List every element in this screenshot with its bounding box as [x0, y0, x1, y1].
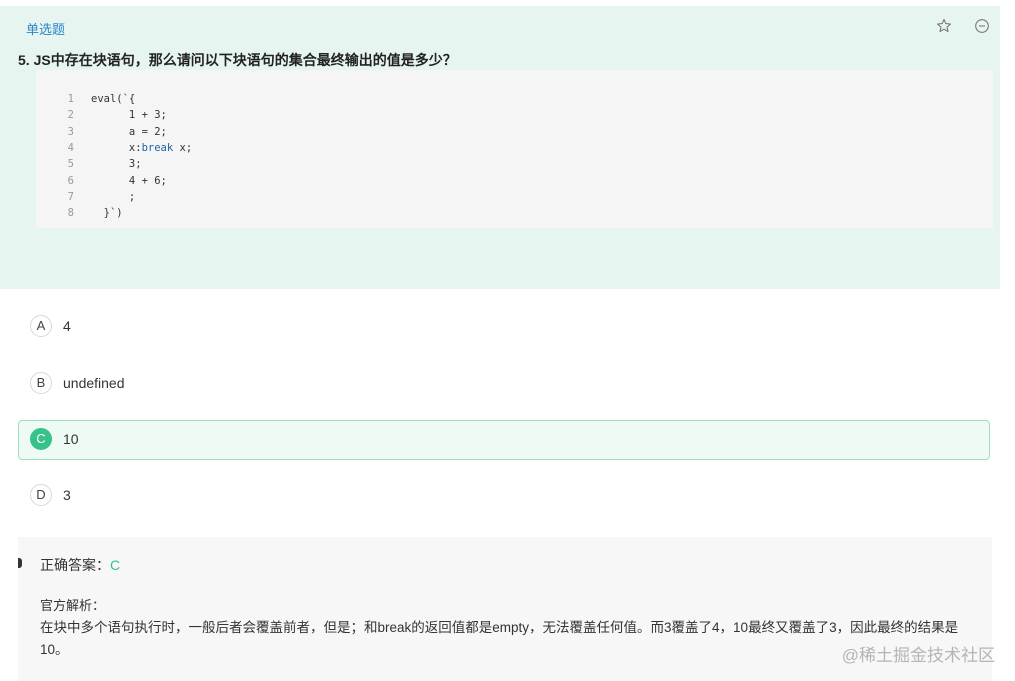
minus-circle-icon[interactable] — [974, 18, 990, 34]
code-line: 7 ; — [36, 189, 136, 205]
code-text: 3; — [91, 158, 142, 171]
code-text: 1 + 3; — [91, 109, 167, 122]
code-line: 3 a = 2; — [36, 124, 167, 140]
code-line: 5 3; — [36, 156, 142, 172]
option-text: 10 — [63, 431, 79, 447]
code-text: eval(`{ — [91, 93, 136, 105]
correct-answer-value: C — [110, 557, 121, 573]
question-title: 5. JS中存在块语句，那么请问以下块语句的集合最终输出的值是多少？ — [18, 52, 457, 68]
correct-answer-label: 正确答案： — [40, 557, 110, 573]
question-panel: 单选题 5. JS中存在块语句，那么请问以下块语句的集合最终输出的值是多少？ 1… — [0, 6, 1000, 289]
code-text: x: — [91, 141, 142, 154]
option-letter: B — [30, 372, 52, 394]
code-text: 4 + 6; — [91, 174, 167, 187]
star-icon[interactable] — [936, 18, 952, 34]
explanation-text: 在块中多个语句执行时，一般后者会覆盖前者，但是；和break的返回值都是empt… — [40, 620, 959, 657]
line-number: 7 — [67, 190, 74, 203]
explanation-title: 官方解析： — [40, 598, 106, 613]
code-block: 1 eval(`{2 1 + 3; 3 a = 2; 4 x:break x; 5 3;… — [36, 70, 993, 228]
question-type-label: 单选题 — [26, 22, 66, 37]
option-c[interactable]: C 10 — [18, 420, 990, 460]
code-text: ; — [91, 190, 136, 203]
code-text: }`) — [91, 207, 123, 220]
line-number: 6 — [67, 174, 74, 187]
line-number: 2 — [67, 109, 74, 122]
option-text: undefined — [63, 375, 125, 391]
option-b[interactable]: Bundefined — [18, 364, 990, 404]
code-line: 6 4 + 6; — [36, 173, 167, 189]
line-number: 5 — [67, 158, 74, 171]
code-line: 2 1 + 3; — [36, 107, 167, 123]
code-line: 4 x:break x; — [36, 140, 192, 156]
option-a[interactable]: A4 — [18, 307, 990, 347]
line-number: 3 — [67, 125, 74, 138]
code-line: 1 eval(`{ — [36, 91, 136, 107]
answer-marker — [18, 558, 22, 568]
option-letter: A — [30, 315, 52, 337]
line-number: 8 — [67, 207, 74, 220]
code-line: 8 }`) — [36, 205, 123, 221]
question-actions — [936, 18, 990, 34]
line-number: 4 — [67, 141, 74, 154]
code-text: a = 2; — [91, 125, 167, 138]
option-text: 3 — [63, 487, 71, 503]
option-letter: C — [30, 428, 52, 450]
line-number: 1 — [67, 93, 74, 105]
option-d[interactable]: D3 — [18, 476, 990, 516]
watermark: @稀土掘金技术社区 — [841, 646, 995, 665]
option-letter: D — [30, 484, 52, 506]
correct-answer: 正确答案：C — [40, 555, 120, 575]
code-keyword: break — [141, 141, 174, 154]
option-text: 4 — [63, 318, 71, 334]
code-text: x; — [173, 141, 193, 154]
